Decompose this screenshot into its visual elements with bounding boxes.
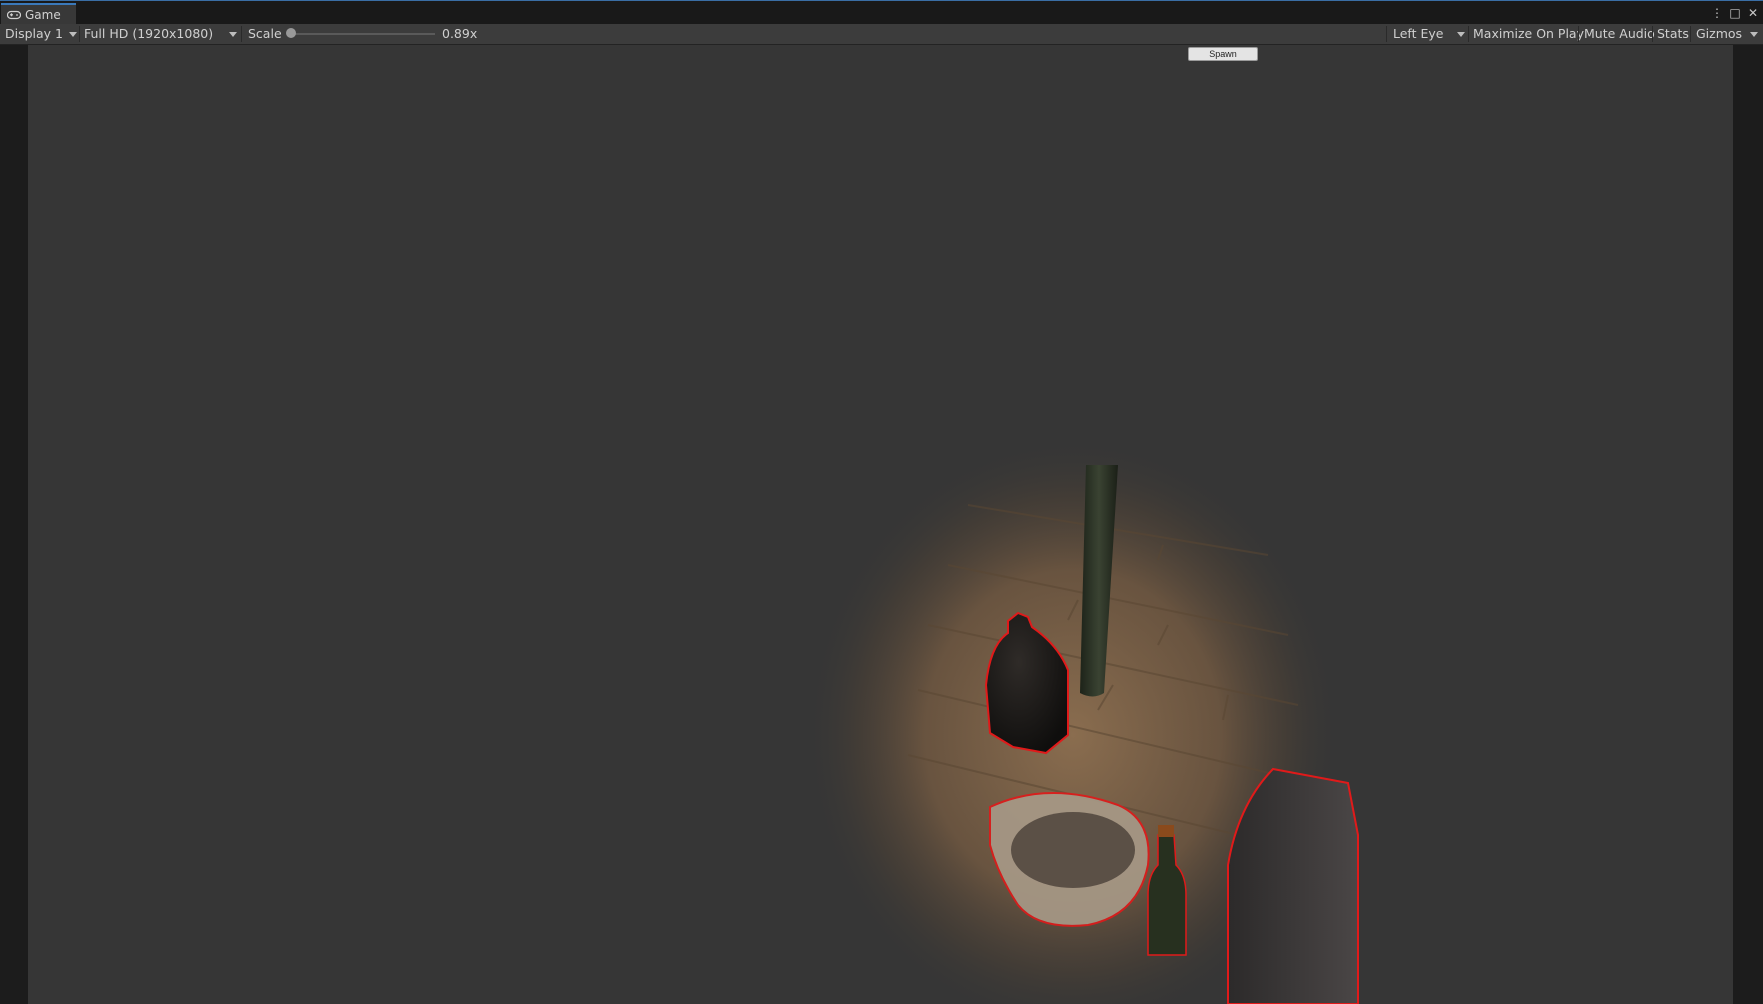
resolution-dropdown[interactable]: Full HD (1920x1080) bbox=[84, 24, 238, 44]
chevron-down-icon bbox=[1457, 32, 1465, 37]
mute-audio-toggle[interactable]: Mute Audio bbox=[1584, 24, 1655, 44]
highlighted-couch bbox=[1227, 767, 1359, 1004]
gamepad-icon bbox=[7, 10, 21, 19]
maximize-on-play-toggle[interactable]: Maximize On Play bbox=[1473, 24, 1584, 44]
gizmos-label: Gizmos bbox=[1696, 26, 1743, 41]
resolution-dropdown-label: Full HD (1920x1080) bbox=[84, 26, 214, 41]
toolbar-divider bbox=[1578, 26, 1579, 42]
tab-title: Game bbox=[25, 7, 61, 22]
bottle-cap bbox=[1158, 825, 1174, 837]
chevron-down-icon bbox=[1750, 32, 1758, 37]
more-options-icon[interactable]: ⋮ bbox=[1711, 4, 1723, 22]
tab-strip: Game ⋮ □ ✕ bbox=[0, 2, 1763, 24]
display-dropdown-label: Display 1 bbox=[5, 26, 64, 41]
bucket-interior bbox=[1011, 812, 1135, 888]
scale-slider-track[interactable] bbox=[290, 33, 435, 35]
toolbar-divider bbox=[1652, 26, 1653, 42]
toolbar-divider bbox=[1690, 26, 1691, 42]
scale-slider-handle[interactable] bbox=[286, 28, 296, 38]
eye-dropdown[interactable]: Left Eye bbox=[1393, 24, 1465, 44]
toolbar-divider bbox=[1468, 26, 1469, 42]
spawn-button[interactable]: Spawn bbox=[1188, 47, 1258, 61]
unity-game-window: Game ⋮ □ ✕ Display 1 Full HD (1920x1080)… bbox=[0, 0, 1763, 1004]
window-controls: ⋮ □ ✕ bbox=[1711, 4, 1759, 22]
toolbar-divider bbox=[241, 26, 242, 42]
close-icon[interactable]: ✕ bbox=[1747, 4, 1759, 22]
stats-toggle[interactable]: Stats bbox=[1657, 24, 1689, 44]
eye-dropdown-label: Left Eye bbox=[1393, 26, 1444, 41]
scale-label: Scale bbox=[248, 26, 282, 41]
scale-value: 0.89x bbox=[442, 26, 478, 41]
toolbar-divider bbox=[79, 26, 80, 42]
chevron-down-icon bbox=[69, 32, 77, 37]
game-toolbar: Display 1 Full HD (1920x1080) Scale 0.89… bbox=[0, 24, 1763, 45]
game-viewport[interactable]: Spawn bbox=[28, 45, 1733, 1004]
game-view-frame: Spawn bbox=[0, 45, 1763, 1004]
scene-render bbox=[803, 435, 1359, 1004]
display-dropdown[interactable]: Display 1 bbox=[5, 24, 77, 44]
toolbar-divider bbox=[1386, 26, 1387, 42]
tab-game[interactable]: Game bbox=[1, 3, 76, 24]
chevron-down-icon bbox=[229, 32, 237, 37]
gizmos-dropdown[interactable]: Gizmos bbox=[1696, 24, 1760, 44]
maximize-icon[interactable]: □ bbox=[1729, 4, 1741, 22]
